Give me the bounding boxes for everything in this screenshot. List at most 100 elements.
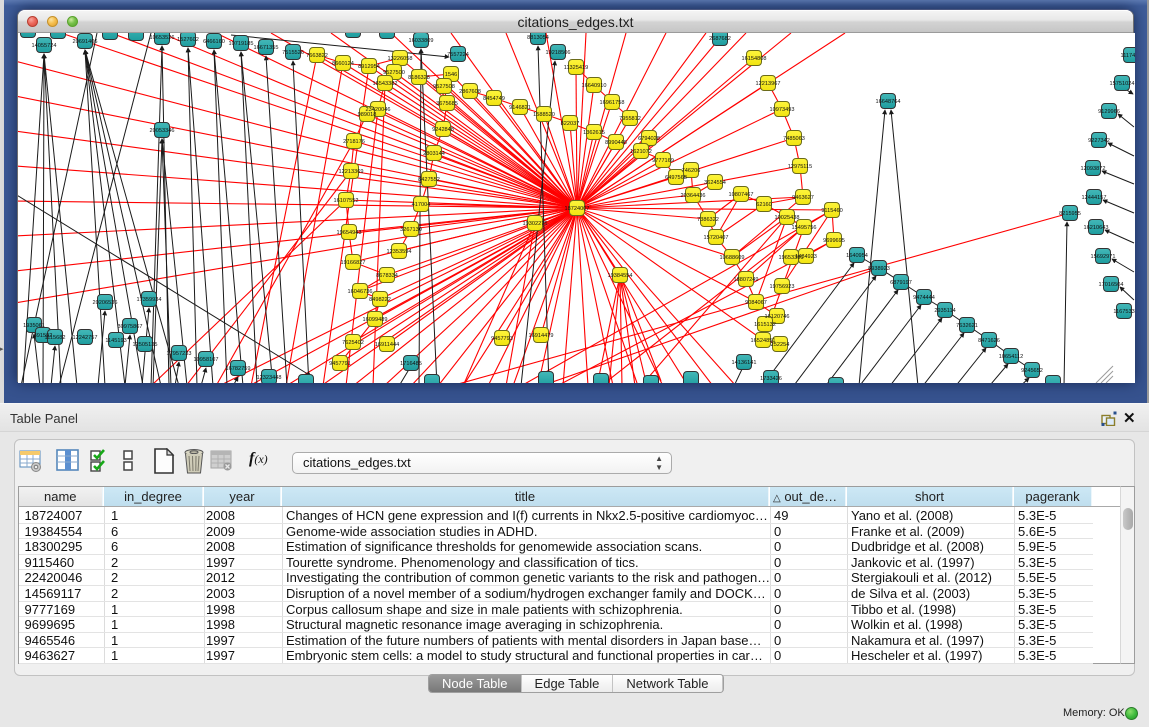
svg-text:1167533: 1167533 — [1113, 309, 1134, 315]
svg-text:9146821: 9146821 — [509, 105, 531, 111]
svg-text:16961758: 16961758 — [600, 100, 625, 106]
svg-text:8990448: 8990448 — [605, 140, 627, 146]
svg-text:7485063: 7485063 — [783, 136, 805, 142]
svg-text:19218506: 19218506 — [546, 50, 571, 56]
svg-text:10958107: 10958107 — [194, 357, 219, 363]
svg-text:1716485: 1716485 — [400, 361, 422, 367]
svg-text:6497568: 6497568 — [665, 175, 687, 181]
svg-text:252254: 252254 — [771, 342, 790, 348]
svg-text:1733426: 1733426 — [760, 376, 782, 382]
svg-text:9242848: 9242848 — [432, 127, 454, 133]
svg-text:1362615: 1362615 — [583, 130, 605, 136]
svg-text:12213967: 12213967 — [756, 81, 781, 87]
svg-text:10025438: 10025438 — [775, 215, 800, 221]
svg-text:8498222: 8498222 — [369, 297, 391, 303]
svg-text:14055724: 14055724 — [32, 43, 57, 49]
svg-text:3675685: 3675685 — [436, 101, 458, 107]
svg-text:2718176: 2718176 — [343, 139, 365, 145]
svg-text:18724007: 18724007 — [565, 206, 590, 212]
svg-text:17016504: 17016504 — [1099, 282, 1124, 288]
svg-text:9527508: 9527508 — [433, 84, 455, 90]
svg-text:746206: 746206 — [682, 168, 701, 174]
svg-text:822037: 822037 — [561, 121, 580, 127]
svg-text:1117435: 1117435 — [1121, 53, 1135, 59]
svg-text:10688609: 10688609 — [720, 255, 745, 261]
svg-text:17957233: 17957233 — [167, 351, 192, 357]
svg-text:16120746: 16120746 — [765, 314, 790, 320]
svg-text:9699695: 9699695 — [823, 238, 845, 244]
svg-text:1115682: 1115682 — [45, 335, 66, 341]
svg-text:16154808: 16154808 — [742, 56, 767, 62]
svg-text:9457791: 9457791 — [329, 361, 351, 367]
svg-text:16033809: 16033809 — [409, 38, 434, 44]
svg-text:3267130: 3267130 — [400, 227, 422, 233]
svg-text:16782759: 16782759 — [226, 366, 251, 372]
svg-text:1527602: 1527602 — [177, 37, 199, 43]
svg-text:15495756: 15495756 — [792, 225, 817, 231]
svg-text:12975115: 12975115 — [788, 164, 812, 170]
svg-text:417004: 417004 — [412, 202, 431, 208]
svg-text:30975867: 30975867 — [118, 324, 143, 330]
svg-text:10654112: 10654112 — [999, 354, 1023, 360]
svg-text:8454749: 8454749 — [483, 96, 505, 102]
svg-text:19756923: 19756923 — [770, 284, 795, 290]
svg-text:9129966: 9129966 — [1098, 109, 1120, 115]
svg-text:16107552: 16107552 — [334, 198, 359, 204]
svg-text:1145193: 1145193 — [105, 338, 126, 344]
svg-text:16099489: 16099489 — [363, 317, 388, 323]
svg-text:7557224: 7557224 — [447, 52, 469, 58]
svg-text:2935114: 2935114 — [934, 308, 955, 314]
svg-text:8471626: 8471626 — [978, 338, 1000, 344]
svg-text:15692971: 15692971 — [1091, 254, 1116, 260]
svg-text:9227342: 9227342 — [1088, 138, 1110, 144]
svg-text:20691406: 20691406 — [73, 39, 98, 45]
svg-text:15720407: 15720407 — [704, 235, 729, 241]
svg-text:6879197: 6879197 — [890, 280, 912, 286]
svg-text:12505135: 12505135 — [133, 342, 158, 348]
svg-text:10653526: 10653526 — [150, 35, 175, 41]
svg-text:8678334: 8678334 — [376, 273, 398, 279]
svg-text:6794028: 6794028 — [638, 136, 660, 142]
svg-text:19653391: 19653391 — [779, 255, 804, 261]
svg-text:9527500: 9527500 — [383, 70, 405, 76]
svg-text:16648764: 16648764 — [876, 99, 901, 105]
svg-text:20053346: 20053346 — [150, 128, 175, 134]
svg-text:2803144: 2803144 — [423, 151, 445, 157]
svg-text:8912954: 8912954 — [358, 64, 380, 70]
svg-text:13226058: 13226058 — [388, 56, 413, 62]
svg-text:11325419: 11325419 — [564, 65, 588, 71]
svg-text:7955812: 7955812 — [619, 116, 641, 122]
svg-text:16210643: 16210643 — [1084, 225, 1109, 231]
svg-text:16911444: 16911444 — [375, 342, 399, 348]
svg-text:3624554: 3624554 — [704, 180, 726, 186]
svg-text:9457793: 9457793 — [491, 336, 513, 342]
svg-text:989018: 989018 — [358, 112, 377, 118]
svg-text:9115460: 9115460 — [821, 208, 842, 214]
svg-text:8215955: 8215955 — [1059, 211, 1081, 217]
svg-text:10719185: 10719185 — [229, 41, 254, 47]
svg-text:9245652: 9245652 — [1021, 368, 1043, 374]
svg-text:9474444: 9474444 — [913, 295, 935, 301]
svg-text:16543382: 16543382 — [373, 81, 398, 87]
svg-text:8813054: 8813054 — [527, 35, 549, 41]
svg-text:12213369: 12213369 — [339, 169, 364, 175]
svg-text:7663822: 7663822 — [306, 53, 328, 59]
svg-text:16914479: 16914479 — [529, 333, 554, 339]
svg-text:8427552: 8427552 — [418, 177, 440, 183]
svg-text:12323448: 12323448 — [257, 375, 282, 381]
svg-text:12444157: 12444157 — [1082, 195, 1107, 201]
svg-text:19302275: 19302275 — [523, 221, 548, 227]
svg-text:62160: 62160 — [756, 202, 772, 208]
svg-text:14136141: 14136141 — [732, 360, 757, 366]
svg-text:12093872: 12093872 — [1081, 166, 1106, 172]
svg-text:16640910: 16640910 — [582, 83, 607, 89]
svg-text:15751024: 15751024 — [1110, 81, 1135, 87]
svg-text:9084067: 9084067 — [745, 300, 767, 306]
svg-text:1640954: 1640954 — [846, 253, 868, 259]
svg-text:16671355: 16671355 — [254, 45, 279, 51]
svg-text:10807467: 10807467 — [729, 192, 754, 198]
svg-text:12242757: 12242757 — [73, 335, 98, 341]
svg-text:18807249: 18807249 — [734, 277, 759, 283]
svg-text:7632621: 7632621 — [956, 323, 978, 329]
svg-text:1935061: 1935061 — [23, 323, 45, 329]
